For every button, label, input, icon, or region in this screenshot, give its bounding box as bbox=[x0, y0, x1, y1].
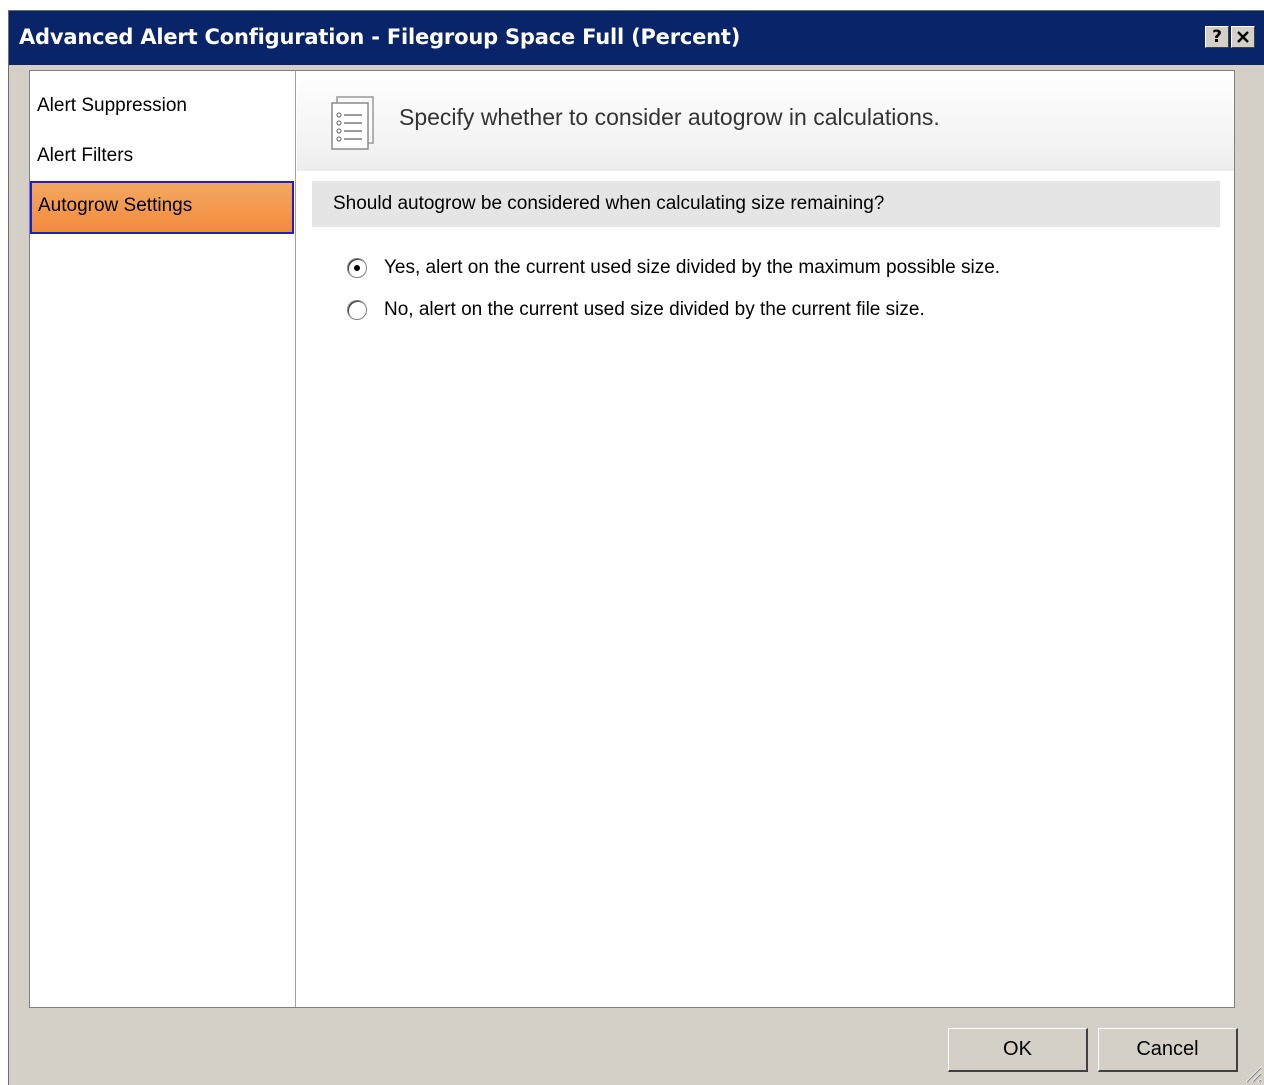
sidebar-item-alert-filters[interactable]: Alert Filters bbox=[30, 131, 294, 181]
cancel-button[interactable]: Cancel bbox=[1098, 1028, 1238, 1072]
document-list-icon bbox=[331, 96, 374, 150]
content-panel: Alert Suppression Alert Filters Autogrow… bbox=[29, 70, 1235, 1008]
section-header: Specify whether to consider autogrow in … bbox=[297, 71, 1234, 171]
sidebar-item-autogrow-settings[interactable]: Autogrow Settings bbox=[30, 181, 294, 234]
section-heading: Specify whether to consider autogrow in … bbox=[399, 104, 940, 130]
radio-yes[interactable] bbox=[347, 258, 367, 278]
sidebar-item-label: Autogrow Settings bbox=[38, 195, 193, 216]
main-panel: Specify whether to consider autogrow in … bbox=[297, 71, 1234, 1007]
close-icon bbox=[1237, 31, 1249, 43]
help-button[interactable]: ? bbox=[1205, 26, 1229, 48]
question-text: Should autogrow be considered when calcu… bbox=[333, 193, 885, 214]
question-band: Should autogrow be considered when calcu… bbox=[312, 181, 1220, 227]
title-bar[interactable]: Advanced Alert Configuration - Filegroup… bbox=[9, 11, 1264, 65]
resize-grip-icon[interactable] bbox=[1240, 1061, 1262, 1083]
sidebar-item-label: Alert Filters bbox=[37, 145, 134, 166]
window-title: Advanced Alert Configuration - Filegroup… bbox=[19, 25, 741, 49]
radio-no[interactable] bbox=[347, 300, 367, 320]
sidebar: Alert Suppression Alert Filters Autogrow… bbox=[30, 71, 296, 1007]
sidebar-item-label: Alert Suppression bbox=[37, 95, 187, 116]
ok-button[interactable]: OK bbox=[948, 1028, 1088, 1072]
option-yes[interactable]: Yes, alert on the current used size divi… bbox=[347, 254, 1000, 282]
sidebar-item-alert-suppression[interactable]: Alert Suppression bbox=[30, 81, 294, 131]
option-no[interactable]: No, alert on the current used size divid… bbox=[347, 296, 925, 324]
option-no-label[interactable]: No, alert on the current used size divid… bbox=[384, 299, 925, 321]
close-button[interactable] bbox=[1231, 26, 1255, 48]
option-yes-label[interactable]: Yes, alert on the current used size divi… bbox=[384, 257, 1000, 279]
